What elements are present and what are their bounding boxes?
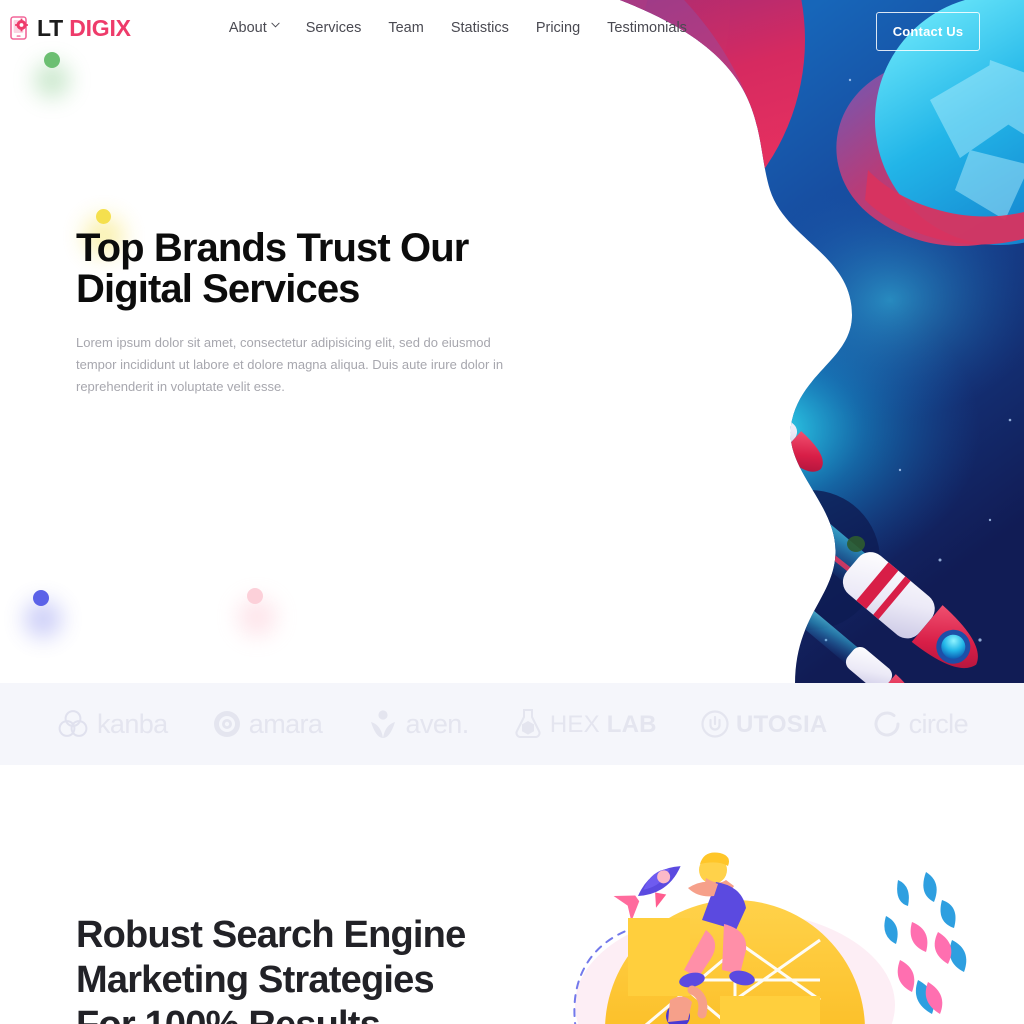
site-header: LT DIGIX About Services Team Statistics …	[0, 0, 1024, 56]
app-gear-icon	[10, 16, 32, 40]
nav-item-team[interactable]: Team	[388, 20, 423, 36]
nav-item-services[interactable]: Services	[306, 20, 362, 36]
brand-label: HEX	[549, 710, 600, 738]
open-ring-icon	[874, 711, 900, 737]
seo-title-line3: For 100% Results	[76, 1004, 381, 1024]
hero-title-line2: Digital Services	[76, 267, 360, 311]
nav-label: Pricing	[535, 20, 581, 36]
hero-illustration	[470, 0, 1024, 684]
landing-page: LT DIGIX About Services Team Statistics …	[0, 0, 1024, 1024]
nav-item-pricing[interactable]: Pricing	[536, 20, 580, 36]
nav-item-testimonials[interactable]: Testimonials	[607, 20, 687, 36]
brand-logo-utosia[interactable]: UTOSIA	[701, 710, 827, 738]
site-logo[interactable]: LT DIGIX	[10, 15, 131, 42]
nav-item-statistics[interactable]: Statistics	[451, 20, 509, 36]
nav-item-about[interactable]: About	[228, 20, 280, 36]
seo-title-line2: Marketing Strategies	[76, 959, 435, 1001]
brand-label: amara	[248, 708, 323, 739]
brand-logo-circle[interactable]: circle	[872, 708, 969, 739]
hero-title-line1: Top Brands Trust Our	[76, 226, 469, 270]
nav-label: Services	[305, 20, 362, 36]
logo-text-accent: DIGIX	[69, 14, 131, 41]
seo-illustration	[520, 820, 1024, 1024]
pink-dot	[247, 588, 263, 604]
interlocking-circles-icon	[58, 710, 88, 737]
brand-logo-kanba[interactable]: kanba	[56, 707, 168, 741]
power-circle-icon	[701, 710, 729, 738]
brand-label: aven.	[405, 708, 470, 739]
brand-logo-amara[interactable]: amara	[212, 709, 323, 739]
nav-label: About	[228, 20, 267, 36]
lotus-leaf-icon	[370, 710, 395, 738]
nav-label: Statistics	[450, 20, 509, 36]
hero-title: Top Brands Trust Our Digital Services	[76, 228, 526, 310]
contact-us-button[interactable]: Contact Us	[876, 12, 980, 51]
brand-logos-strip: kanba amara aven. HEX LAB UTOSIA circle	[0, 683, 1024, 765]
hero-content: Top Brands Trust Our Digital Services Lo…	[76, 228, 526, 398]
chevron-down-icon	[271, 22, 280, 30]
seo-section-title: Robust Search Engine Marketing Strategie…	[76, 913, 546, 1024]
hero-paragraph: Lorem ipsum dolor sit amet, consectetur …	[76, 335, 504, 394]
yellow-dot	[96, 209, 111, 224]
brand-logo-hexlab[interactable]: HEX LAB	[513, 707, 657, 741]
flask-hex-icon	[515, 709, 541, 739]
nav-label: Testimonials	[607, 20, 687, 36]
gear-circle-icon	[213, 711, 240, 737]
seo-section: Robust Search Engine Marketing Strategie…	[0, 765, 1024, 1024]
brand-label: circle	[908, 708, 969, 739]
seo-title-line1: Robust Search Engine	[76, 914, 466, 956]
brand-label-bold: LAB	[606, 710, 657, 738]
brand-label: UTOSIA	[735, 710, 828, 738]
brand-label: kanba	[97, 708, 168, 739]
logo-text-primary: LT	[37, 14, 63, 41]
blue-dot	[33, 590, 49, 606]
nav-label: Team	[388, 20, 424, 36]
brand-logo-aven[interactable]: aven.	[367, 708, 469, 740]
main-nav: About Services Team Statistics Pricing T…	[229, 20, 687, 36]
